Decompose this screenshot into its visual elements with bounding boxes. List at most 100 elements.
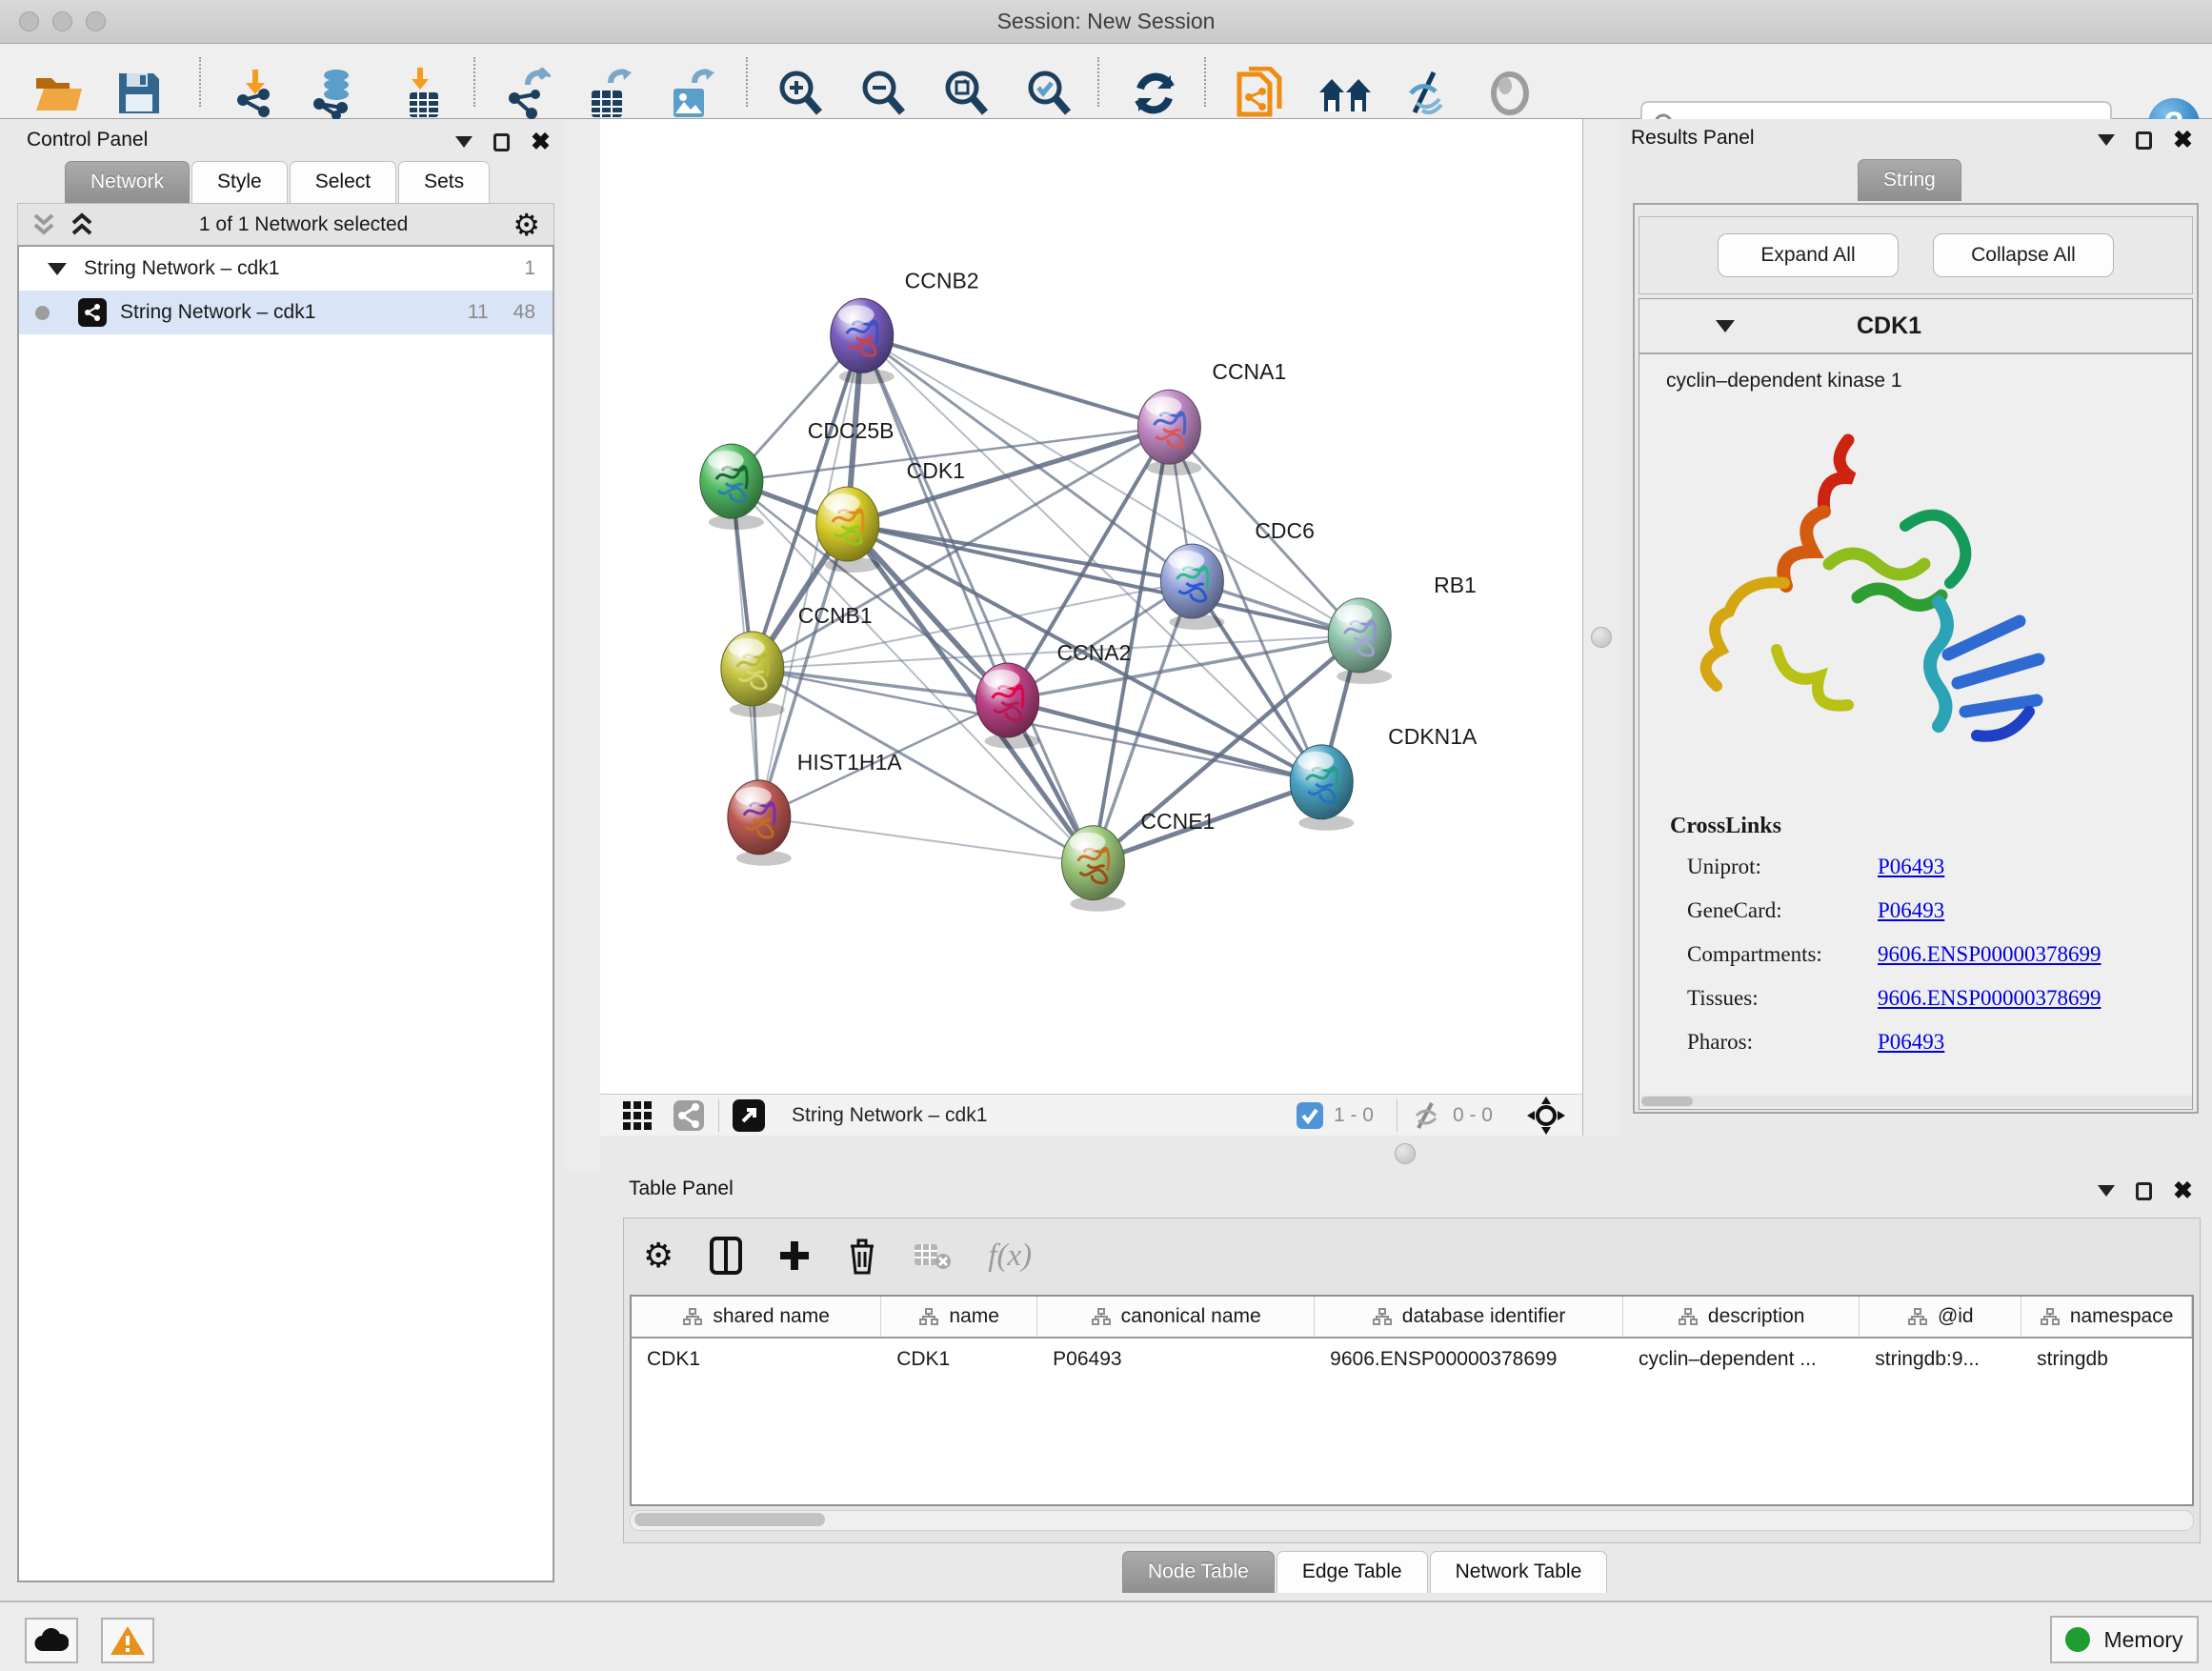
panel-close-icon[interactable]: ✖: [2173, 131, 2193, 150]
right-splitter[interactable]: [1583, 119, 1619, 1172]
network-edge[interactable]: [759, 817, 1094, 863]
panel-close-icon[interactable]: ✖: [531, 132, 551, 151]
zoom-fit-icon[interactable]: [938, 66, 994, 121]
panel-float-icon[interactable]: [493, 133, 510, 151]
expand-all-button[interactable]: Expand All: [1718, 233, 1899, 277]
export-image-icon[interactable]: [664, 66, 719, 121]
panel-float-icon[interactable]: [2136, 131, 2152, 150]
crosslink-link[interactable]: P06493: [1878, 855, 1944, 879]
network-edge[interactable]: [753, 669, 1008, 700]
collapse-all-button[interactable]: Collapse All: [1933, 233, 2114, 277]
zoom-in-icon[interactable]: [773, 66, 828, 121]
table-cell[interactable]: CDK1: [881, 1339, 1037, 1380]
import-network-file-icon[interactable]: [228, 66, 283, 121]
card-horizontal-scrollbar[interactable]: [1641, 1096, 2192, 1107]
network-node-hist1h1a[interactable]: HIST1H1A: [728, 750, 902, 866]
string-import-icon[interactable]: [1232, 66, 1287, 121]
table-settings-gear-icon[interactable]: ⚙: [643, 1236, 674, 1276]
column-header-shared-name[interactable]: shared name: [632, 1297, 881, 1337]
show-columns-icon[interactable]: [710, 1237, 742, 1275]
column-header-namespace[interactable]: namespace: [2021, 1297, 2192, 1337]
expand-all-icon[interactable]: [70, 211, 94, 238]
network-node-cdk1[interactable]: CDK1: [816, 458, 965, 573]
table-cell[interactable]: CDK1: [632, 1339, 881, 1380]
show-all-icon[interactable]: [1482, 66, 1538, 121]
network-node-cdkn1a[interactable]: CDKN1A: [1290, 724, 1478, 831]
table-cell[interactable]: cyclin–dependent ...: [1623, 1339, 1860, 1380]
string-home-icon[interactable]: [1317, 66, 1373, 121]
splitter-handle[interactable]: [1395, 1143, 1416, 1164]
birdseye-view-icon[interactable]: [733, 1099, 765, 1132]
delete-table-icon[interactable]: [914, 1240, 952, 1271]
save-session-icon[interactable]: [111, 66, 167, 121]
automation-cloud-button[interactable]: [25, 1618, 78, 1663]
panel-menu-caret-icon[interactable]: [2098, 134, 2115, 146]
panel-menu-caret-icon[interactable]: [2098, 1185, 2115, 1197]
network-node-ccna2[interactable]: CCNA2: [976, 640, 1132, 749]
zoom-selected-icon[interactable]: [1021, 66, 1076, 121]
selected-checkbox-icon[interactable]: [1296, 1101, 1324, 1130]
crosslink-link[interactable]: P06493: [1878, 1030, 1944, 1055]
function-builder-icon[interactable]: f(x): [988, 1238, 1032, 1274]
share-view-icon[interactable]: [673, 1099, 705, 1132]
column-header-description[interactable]: description: [1623, 1297, 1860, 1337]
network-edge[interactable]: [1008, 700, 1322, 782]
tab-string[interactable]: String: [1858, 159, 1961, 201]
zoom-out-icon[interactable]: [855, 66, 911, 121]
import-network-database-icon[interactable]: [306, 66, 361, 121]
export-network-icon[interactable]: [499, 66, 554, 121]
network-edge[interactable]: [848, 524, 1094, 863]
panel-float-icon[interactable]: [2136, 1182, 2152, 1200]
tab-edge-table[interactable]: Edge Table: [1277, 1551, 1428, 1593]
memory-button[interactable]: Memory: [2050, 1616, 2199, 1663]
update-network-icon[interactable]: [1127, 66, 1182, 121]
fit-content-crosshair-icon[interactable]: [1527, 1097, 1565, 1135]
network-row[interactable]: String Network – cdk1 11 48: [19, 291, 553, 334]
network-options-gear-icon[interactable]: ⚙: [513, 207, 540, 243]
grid-view-icon[interactable]: [621, 1099, 654, 1132]
tab-select[interactable]: Select: [290, 161, 396, 203]
import-table-icon[interactable]: [396, 66, 452, 121]
network-collection-row[interactable]: String Network – cdk1 1: [19, 247, 553, 291]
tab-sets[interactable]: Sets: [398, 161, 490, 203]
tab-node-table[interactable]: Node Table: [1122, 1551, 1275, 1593]
table-cell[interactable]: P06493: [1037, 1339, 1315, 1380]
network-canvas[interactable]: CCNB2CCNA1CDC25BCDK1CDC6RB1CCNB1CCNA2CDK…: [600, 119, 1583, 1094]
left-splitter[interactable]: [564, 119, 600, 1172]
results-panel: Results Panel ✖ String Expand All Collap…: [1619, 119, 2212, 1172]
crosslink-label: Pharos:: [1687, 1030, 1878, 1055]
column-header-name[interactable]: name: [881, 1297, 1037, 1337]
column-header-canonical-name[interactable]: canonical name: [1037, 1297, 1315, 1337]
warnings-button[interactable]: [101, 1618, 154, 1663]
network-node-ccna1[interactable]: CCNA1: [1137, 359, 1286, 475]
crosslink-link[interactable]: 9606.ENSP00000378699: [1878, 942, 2101, 967]
network-edge[interactable]: [862, 335, 1094, 862]
panel-close-icon[interactable]: ✖: [2173, 1181, 2193, 1200]
panel-menu-caret-icon[interactable]: [455, 136, 473, 148]
protein-card-header[interactable]: CDK1: [1639, 299, 2192, 354]
column-header-database-identifier[interactable]: database identifier: [1315, 1297, 1623, 1337]
collapse-all-icon[interactable]: [31, 211, 56, 238]
open-session-icon[interactable]: [31, 66, 87, 121]
splitter-handle[interactable]: [1591, 627, 1612, 648]
tab-network[interactable]: Network: [65, 161, 190, 203]
table-cell[interactable]: stringdb: [2021, 1339, 2192, 1380]
table-row[interactable]: CDK1CDK1P064939606.ENSP00000378699cyclin…: [632, 1339, 2192, 1380]
delete-column-icon[interactable]: [847, 1237, 877, 1275]
hidden-eye-icon[interactable]: [1411, 1101, 1443, 1130]
node-table[interactable]: shared namenamecanonical namedatabase id…: [630, 1295, 2194, 1506]
tab-style[interactable]: Style: [191, 161, 288, 203]
crosslink-link[interactable]: P06493: [1878, 898, 1944, 923]
tab-network-table[interactable]: Network Table: [1430, 1551, 1608, 1593]
network-node-rb1[interactable]: RB1: [1328, 573, 1477, 684]
hide-selected-icon[interactable]: [1398, 66, 1454, 121]
table-cell[interactable]: stringdb:9...: [1860, 1339, 2021, 1380]
collection-expand-caret-icon[interactable]: [48, 263, 67, 275]
add-column-icon[interactable]: [778, 1239, 811, 1272]
export-table-icon[interactable]: [582, 66, 637, 121]
crosslink-link[interactable]: 9606.ENSP00000378699: [1878, 986, 2101, 1011]
column-header-@id[interactable]: @id: [1860, 1297, 2021, 1337]
table-cell[interactable]: 9606.ENSP00000378699: [1315, 1339, 1623, 1380]
table-horizontal-scrollbar[interactable]: [630, 1510, 2194, 1531]
protein-collapse-caret-icon[interactable]: [1716, 320, 1735, 332]
